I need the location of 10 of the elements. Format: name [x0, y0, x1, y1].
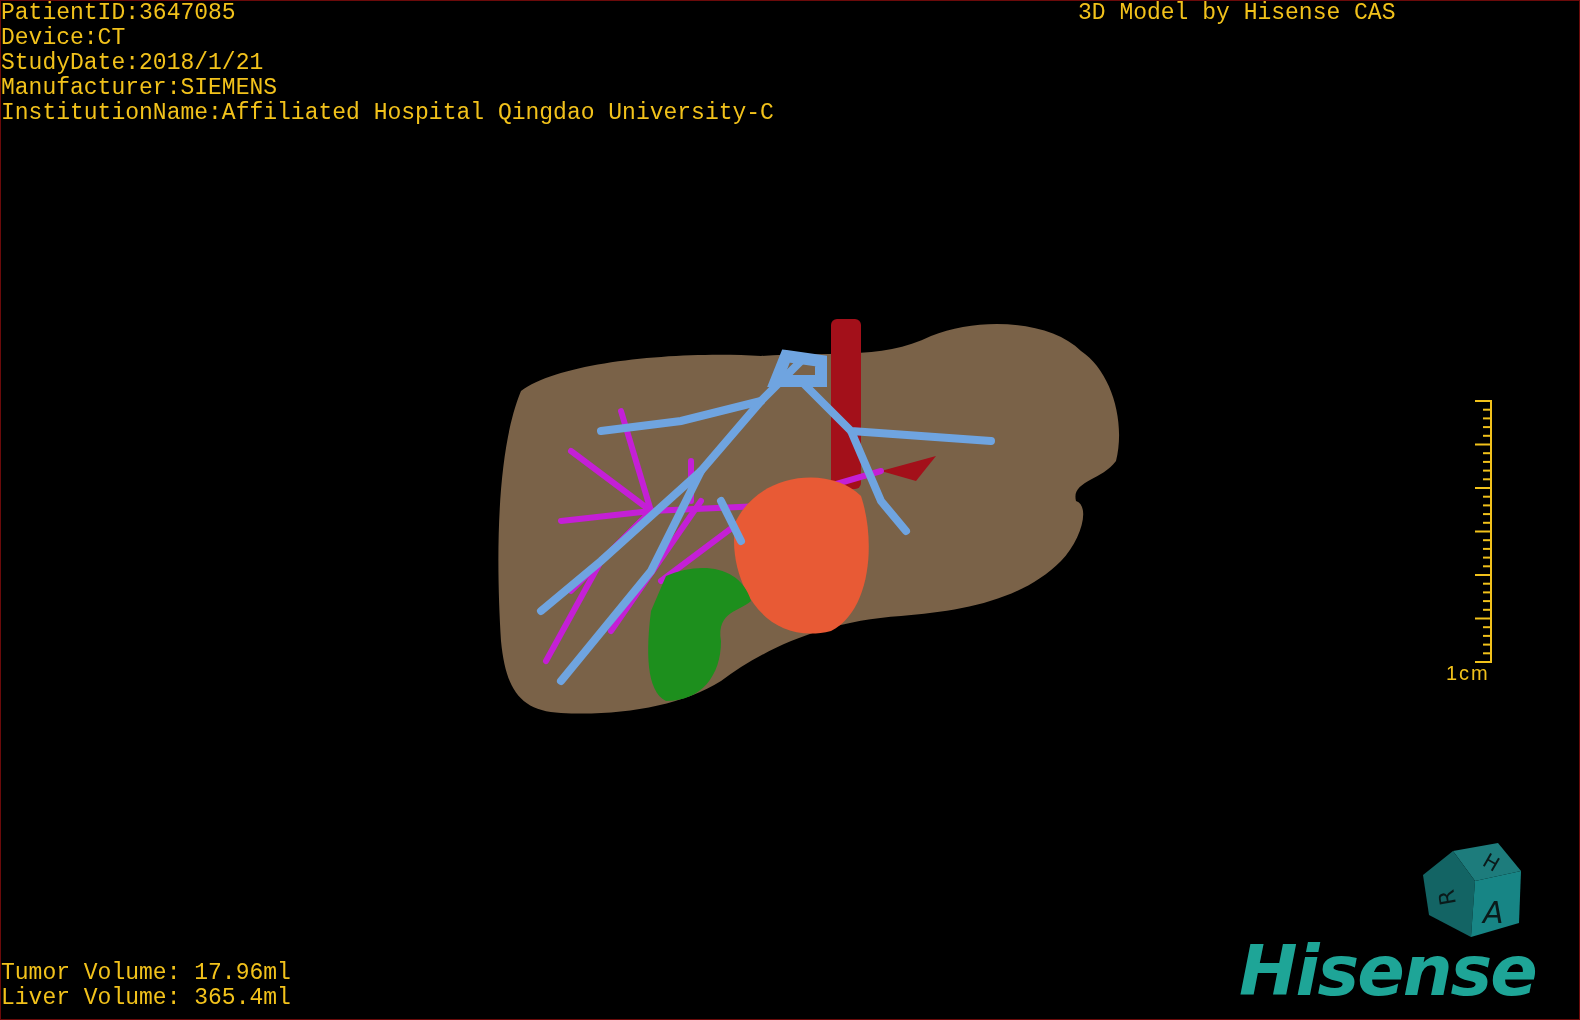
viewer-title: 3D Model by Hisense CAS	[1078, 1, 1396, 26]
scale-label: 1cm	[1446, 661, 1490, 686]
patient-info-text: Device:CT	[1, 26, 127, 51]
patient-info-text: StudyDate:2018/1/21	[1, 51, 265, 76]
patient-info-text: Manufacturer:SIEMENS	[1, 76, 279, 101]
patient-info-text: InstitutionName:Affiliated Hospital Qingdao University-C	[1, 101, 774, 126]
volume-readout: Liver Volume: 365.4ml	[1, 986, 291, 1011]
volume-readout: Tumor Volume: 17.96ml	[1, 961, 291, 986]
patient-info-text: PatientID:3647085	[1, 1, 237, 26]
orientation-cube-drawing[interactable]: H R A	[1423, 843, 1523, 939]
